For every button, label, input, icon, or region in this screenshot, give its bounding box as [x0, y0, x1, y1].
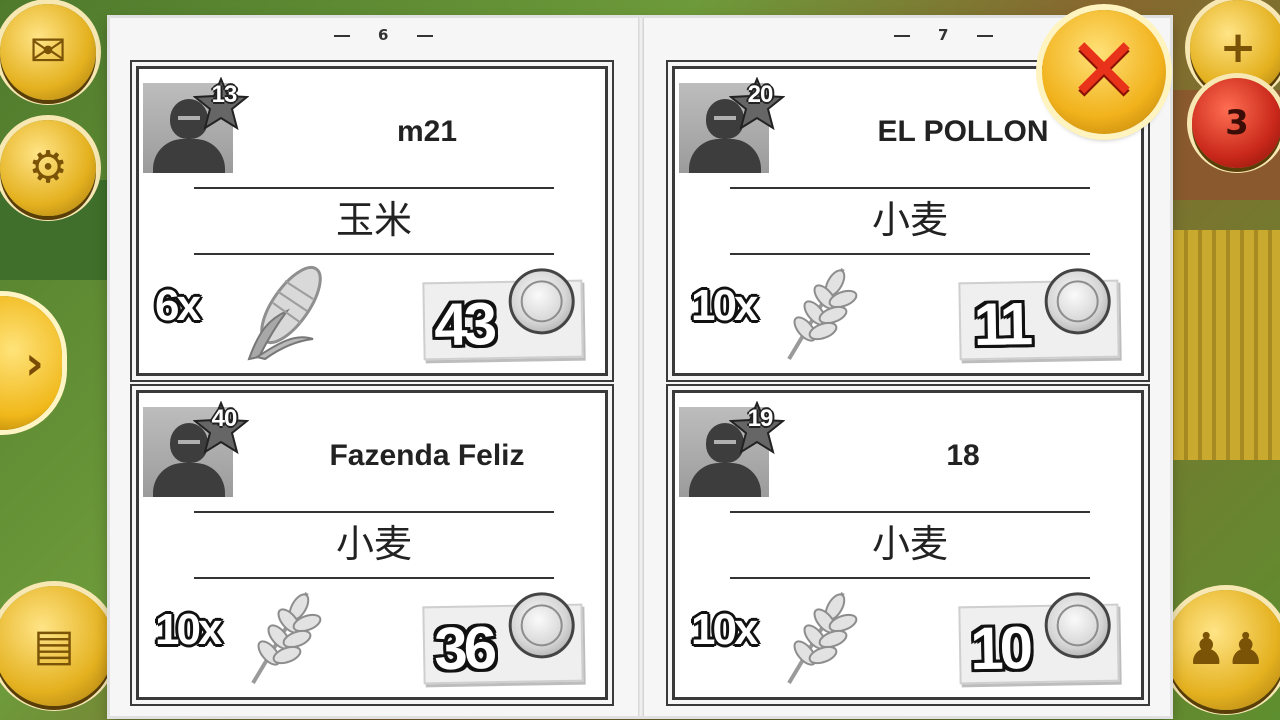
price-tag[interactable]: 36 [422, 591, 584, 685]
item-name: 玉米 [335, 198, 412, 242]
plus-icon: + [1219, 22, 1257, 73]
settings-button[interactable]: ⚙ [0, 120, 96, 216]
divider [194, 577, 554, 579]
wheat-icon [765, 261, 875, 361]
price-tag[interactable]: 43 [422, 267, 584, 361]
listing-card[interactable]: 13 m21 玉米 6x 43 [130, 60, 614, 382]
item-quantity: 10x [691, 605, 758, 654]
price: 43 [433, 290, 494, 359]
friends-button[interactable]: ♟♟ [1166, 590, 1280, 710]
envelope-icon: ✉ [29, 26, 67, 77]
mail-button[interactable]: ✉ [0, 4, 96, 100]
item-quantity: 6x [155, 281, 201, 330]
player-name: Fazenda Feliz [329, 439, 525, 472]
item-name: 小麦 [871, 198, 948, 242]
price: 11 [973, 290, 1030, 359]
divider [730, 253, 1090, 255]
level-star-badge: 20 [729, 77, 785, 131]
level-star-badge: 19 [729, 401, 785, 455]
friends-icon: ♟♟ [1186, 624, 1266, 675]
item-quantity: 10x [155, 605, 222, 654]
gear-icon: ⚙ [28, 142, 68, 193]
player-level: 40 [211, 405, 238, 432]
price: 36 [433, 614, 494, 683]
price-tag[interactable]: 11 [958, 267, 1120, 361]
wheat-icon [229, 585, 339, 685]
divider [194, 253, 554, 255]
notification-count: 3 [1225, 103, 1249, 143]
close-x-icon: ✕ [1067, 18, 1141, 121]
coin-icon [508, 591, 576, 659]
book-spine [638, 18, 644, 716]
page-number-left: 6 [306, 26, 461, 44]
expand-panel-button[interactable]: › [0, 296, 62, 430]
corn-icon [229, 261, 339, 361]
price-tag[interactable]: 10 [958, 591, 1120, 685]
close-button[interactable]: ✕ [1042, 10, 1166, 134]
listing-card[interactable]: 19 18 小麦 10x 10 [666, 384, 1150, 706]
background-wheat-field [1160, 230, 1280, 460]
player-name: 18 [946, 439, 980, 472]
coin-icon [508, 267, 576, 335]
roadside-shop-button[interactable]: ▤ [0, 586, 114, 706]
listing-card[interactable]: 40 Fazenda Feliz 小麦 10x 36 [130, 384, 614, 706]
price: 10 [969, 614, 1030, 683]
player-level: 13 [211, 81, 238, 108]
player-level: 20 [747, 81, 774, 108]
player-level: 19 [747, 405, 774, 432]
wheat-icon [765, 585, 875, 685]
chevron-right-icon: › [25, 336, 44, 390]
player-name: m21 [396, 115, 458, 148]
level-star-badge: 13 [193, 77, 249, 131]
divider [730, 577, 1090, 579]
newspaper: 6 7 13 m21 玉米 6x 43 20 EL POLLON 小麦 10x … [110, 18, 1170, 716]
notification-badge[interactable]: 3 [1192, 78, 1280, 168]
cash-register-icon: ▤ [33, 620, 75, 671]
item-quantity: 10x [691, 281, 758, 330]
page-number-right: 7 [866, 26, 1021, 44]
level-star-badge: 40 [193, 401, 249, 455]
coin-icon [1044, 591, 1112, 659]
item-name: 小麦 [871, 522, 948, 566]
coin-icon [1044, 267, 1112, 335]
item-name: 小麦 [335, 522, 412, 566]
